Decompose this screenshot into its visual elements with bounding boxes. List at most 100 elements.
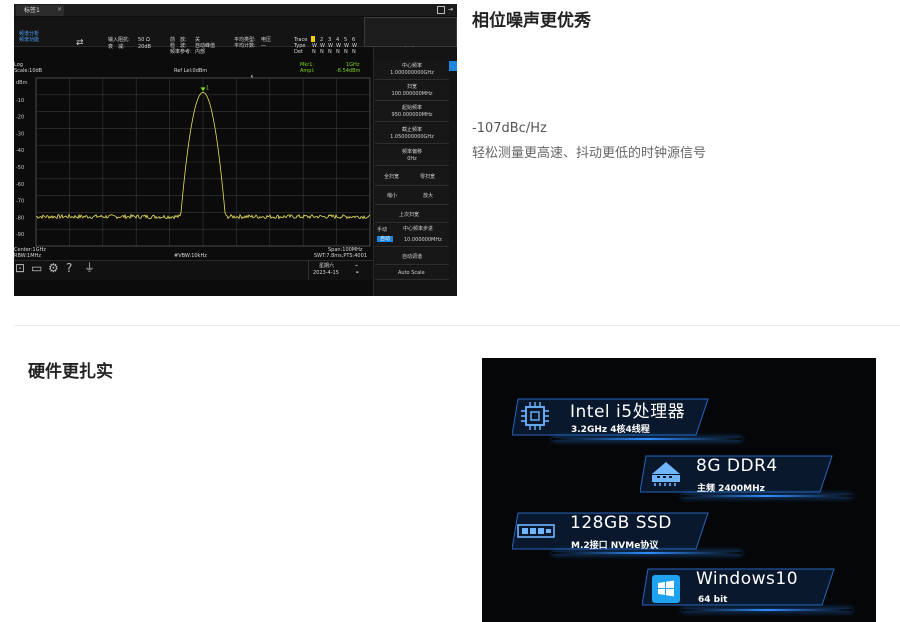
swap-icon[interactable]: ⇄ (76, 39, 84, 48)
usb-icon[interactable]: ⏚ (84, 262, 95, 274)
softkey-menu-label: 中心频率 (401, 63, 422, 69)
section1-description: 轻松测量更高速、抖动更低的时钟源信号 (472, 146, 707, 161)
step-manual-label[interactable]: 手动 (377, 227, 387, 233)
ref-level-label[interactable]: Ref Lel:0dBm (174, 68, 207, 74)
section2-title: 硬件更扎实 (28, 362, 113, 382)
y-tick-label: -30 (16, 131, 24, 137)
softkey-menu-label: 起始频率 (401, 105, 422, 111)
ssd-title: 128GB SSD (570, 513, 672, 533)
last-span-button[interactable]: 上次扫宽 (375, 206, 449, 223)
avg-count-label: 平均计数: (234, 43, 256, 49)
y-tick-label: -60 (16, 182, 24, 188)
section-divider (14, 325, 900, 326)
trace-det: N (344, 49, 348, 55)
attenuation-label: 衰 减: (108, 44, 125, 50)
date-label: 2023-4-15 (313, 270, 339, 276)
exit-icon[interactable]: ⇥ (448, 6, 453, 13)
ram-glow (682, 495, 852, 497)
windows-subtitle: 64 bit (698, 595, 728, 605)
windows-title: Windows10 (696, 569, 799, 589)
step-label: 中心频率步进 (403, 226, 434, 232)
freq-ref-value: 内部 (195, 49, 206, 55)
ram-icon (650, 460, 682, 488)
tab-close-icon[interactable]: × (57, 6, 62, 13)
input-impedance-value: 50 Ω (138, 37, 150, 43)
softkey-menu-value: 1.050000000GHz (390, 134, 434, 140)
y-tick-label: -80 (16, 215, 24, 221)
status-clock: 星期六 2023-4-15 ⌁ ⚭ (308, 260, 374, 280)
center-step-button[interactable]: 手动 中心频率步进 自动 10.000000MHz (375, 224, 449, 247)
trace-det: N (312, 49, 316, 55)
y-tick-label: -70 (16, 199, 24, 205)
hardware-banner: Intel i5处理器 3.2GHz 4核4线程 8G DDR4 主频 2400… (482, 358, 876, 622)
softkey-menu-item[interactable]: 起始频率 950.000000MHz (375, 102, 449, 122)
mode-line2[interactable]: 频谱功能 (19, 37, 39, 43)
ssd-icon (516, 518, 556, 542)
cpu-glow (552, 438, 742, 440)
tab-bar (14, 4, 457, 16)
section1-title: 相位噪声更优秀 (472, 11, 591, 31)
step-auto-badge[interactable]: 自动 (377, 236, 394, 242)
trace-det: N (328, 49, 332, 55)
ssd-subtitle: M.2接口 NVMe协议 (571, 541, 659, 551)
link-icon: ⚭ (355, 270, 360, 276)
frequency-menu-button[interactable]: 频率 (364, 17, 457, 54)
trace-det: N (336, 49, 340, 55)
softkey-pair-1: 全扫宽 零扫宽 (375, 168, 449, 186)
cpu-subtitle: 3.2GHz 4核4线程 (571, 425, 650, 435)
ram-subtitle: 主频 2400MHz (697, 484, 765, 494)
freq-ref-label: 频率参考: (170, 49, 192, 55)
marker-ampl-label: Ampl: (300, 68, 315, 74)
auto-tune-label: 自动调谐 (402, 254, 423, 260)
auto-scale-button[interactable]: Auto Scale (375, 266, 449, 280)
softkey-menu-label: 频率偏移 (401, 149, 422, 155)
spectrum-graticule[interactable]: dBm -10 -20 -30 -40 -50 -60 -70 -80 -90 1 (14, 76, 374, 248)
zero-span-button[interactable]: 零扫宽 (420, 174, 435, 180)
screenshot-icon[interactable]: ⊡ (15, 262, 25, 274)
cpu-icon (520, 401, 550, 431)
input-impedance-label: 输入阻抗: (108, 37, 130, 43)
marker-ampl-value: -8.54dBm (336, 68, 361, 74)
ram-title: 8G DDR4 (696, 456, 778, 476)
y-tick-label: -40 (16, 148, 24, 154)
y-tick-label: -20 (16, 115, 24, 121)
marker-1-label: 1 (206, 85, 209, 91)
avg-count-value: — (261, 43, 266, 49)
softkey-menu-label: 扫宽 (406, 84, 417, 90)
y-tick-label: dBm (16, 80, 28, 86)
softkey-menu-item[interactable]: 中心频率 1.000000000GHz (375, 60, 449, 80)
softkey-menu-item[interactable]: 频率偏移 0Hz (375, 146, 449, 166)
windows-glow (682, 609, 852, 611)
full-span-button[interactable]: 全扫宽 (384, 174, 399, 180)
window-icon[interactable] (437, 6, 445, 14)
weekday-label: 星期六 (319, 263, 335, 269)
det-label: Det (294, 49, 303, 55)
softkey-menu-label: 截止频率 (401, 127, 422, 133)
zoom-out-button[interactable]: 缩小 (387, 193, 397, 199)
auto-tune-button[interactable]: 自动调谐 (375, 248, 449, 265)
softkey-pair-2: 缩小 放大 (375, 187, 449, 205)
trace-det: N (352, 49, 356, 55)
folder-icon[interactable]: ▭ (31, 262, 42, 274)
scale-label: Scale:10dB (14, 68, 43, 74)
help-icon[interactable]: ? (66, 262, 72, 274)
vbw-label[interactable]: #VBW:10kHz (174, 253, 207, 259)
section1-spec: -107dBc/Hz (472, 121, 547, 136)
zoom-in-button[interactable]: 放大 (423, 193, 433, 199)
attenuation-value: 20dB (138, 44, 151, 50)
y-tick-label: -50 (16, 165, 24, 171)
auto-scale-label: Auto Scale (398, 270, 425, 276)
settings-icon[interactable]: ⚙ (48, 262, 59, 274)
softkey-menu-item[interactable]: 截止频率 1.050000000GHz (375, 124, 449, 144)
sweep-time-label[interactable]: SWT:7.8ms,PTS:4001 (314, 253, 367, 259)
softkey-menu-value: 100.000000MHz (391, 91, 433, 97)
windows-icon (652, 575, 680, 603)
trace-det: N (320, 49, 324, 55)
cpu-title: Intel i5处理器 (570, 402, 686, 422)
network-icon: ⌁ (355, 263, 359, 269)
tab-label-text: 标签1 (24, 7, 40, 14)
last-span-label: 上次扫宽 (399, 212, 420, 218)
softkey-menu-item[interactable]: 扫宽 100.000000MHz (375, 81, 449, 101)
rbw-label[interactable]: RBW:1MHz (14, 253, 41, 259)
softkey-menu-value: 950.000000MHz (391, 112, 433, 118)
